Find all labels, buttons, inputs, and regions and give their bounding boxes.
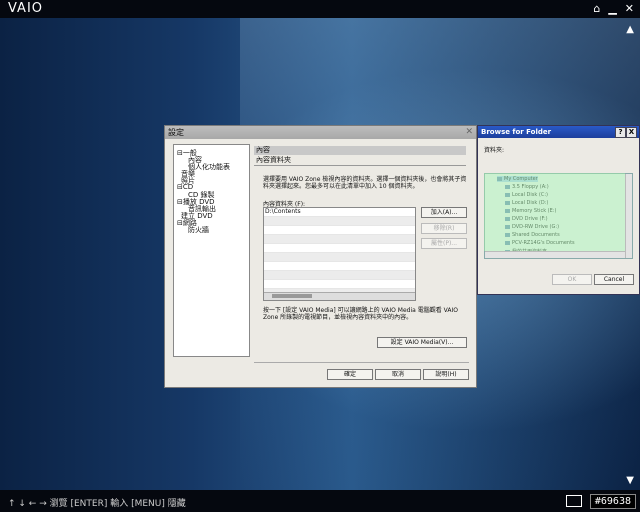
computer-icon — [497, 176, 502, 181]
horizontal-scrollbar[interactable] — [264, 292, 415, 300]
help-button[interactable]: 說明(H) — [423, 369, 469, 380]
list-item-empty — [264, 244, 415, 253]
tree-item-my-computer[interactable]: My Computer — [497, 176, 538, 182]
settings-dialog: 設定 ✕ ⊟一般 內容 個人化功能表 音樂 照片 ⊟CD CD 錄製 ⊟播放 D… — [164, 125, 477, 388]
minimize-icon[interactable]: ▁ — [608, 2, 616, 15]
list-item-empty — [264, 235, 415, 244]
ok-button[interactable]: 確定 — [327, 369, 373, 380]
remove-button[interactable]: 移除(R) — [421, 223, 467, 234]
properties-button[interactable]: 屬性(P)... — [421, 238, 467, 249]
scroll-up-icon[interactable]: ▲ — [626, 24, 634, 35]
tree-item-dvd-rw[interactable]: DVD-RW Drive (G:) — [505, 224, 559, 230]
tree-item-local-c[interactable]: Local Disk (C:) — [505, 192, 548, 198]
add-button[interactable]: 加入(A)... — [421, 207, 467, 218]
cancel-button[interactable]: Cancel — [594, 274, 634, 285]
settings-title-text: 設定 — [168, 128, 184, 137]
setup-vaio-media-button[interactable]: 設定 VAIO Media(V)... — [377, 337, 467, 348]
help-icon[interactable]: ? — [615, 127, 626, 138]
folder-list[interactable]: D:\Contents — [263, 207, 416, 301]
list-item-empty — [264, 271, 415, 280]
frame-tag: #69638 — [589, 494, 636, 509]
bottom-bar: ↑ ↓ ← → 瀏覽 [ENTER] 輸入 [MENU] 隱藏 #69638 — [0, 490, 640, 512]
horizontal-scrollbar[interactable] — [485, 251, 625, 258]
dvd-icon — [505, 216, 510, 221]
list-item-empty — [264, 253, 415, 262]
scrollbar-thumb[interactable] — [272, 294, 312, 298]
content-panel: 內容 內容資料夾 — [254, 146, 466, 166]
list-item-empty — [264, 217, 415, 226]
tree-item-dvd[interactable]: DVD Drive (F:) — [505, 216, 548, 222]
section-subheader: 內容資料夾 — [254, 155, 466, 166]
content-description: 選擇要用 VAIO Zone 檢視內容的資料夾。選擇一個資料夾後，也會將其子資料… — [263, 176, 467, 190]
folder-icon — [505, 232, 510, 237]
tree-item-firewall[interactable]: 防火牆 — [188, 225, 209, 235]
dvd-icon — [505, 224, 510, 229]
browse-title-text: Browse for Folder — [481, 128, 552, 136]
tree-item-memory-stick[interactable]: Memory Stick (E:) — [505, 208, 556, 214]
top-bar: VAIO ⌂ ▁ ✕ — [0, 0, 640, 18]
keyboard-icon[interactable] — [566, 495, 582, 507]
close-icon[interactable]: X — [626, 127, 637, 138]
divider — [254, 362, 469, 363]
list-item-empty — [264, 226, 415, 235]
settings-tree: ⊟一般 內容 個人化功能表 音樂 照片 ⊟CD CD 錄製 ⊟播放 DVD 音訊… — [173, 144, 250, 357]
tree-item-floppy[interactable]: 3.5 Floppy (A:) — [505, 184, 549, 190]
browse-dialog-title: Browse for Folder ? X — [478, 126, 639, 138]
browse-folder-dialog: Browse for Folder ? X 資料夾: My Computer 3… — [477, 125, 640, 295]
ok-button[interactable]: OK — [552, 274, 592, 285]
tree-item-local-d[interactable]: Local Disk (D:) — [505, 200, 548, 206]
floppy-icon — [505, 184, 510, 189]
tree-item-shared-docs[interactable]: Shared Documents — [505, 232, 560, 238]
home-icon[interactable]: ⌂ — [593, 2, 600, 15]
cancel-button[interactable]: 取消 — [375, 369, 421, 380]
disk-icon — [505, 200, 510, 205]
memory-stick-icon — [505, 208, 510, 213]
close-icon[interactable]: ✕ — [465, 126, 473, 139]
list-item-empty — [264, 280, 415, 289]
vaio-logo: VAIO — [8, 1, 44, 16]
key-hints: ↑ ↓ ← → 瀏覽 [ENTER] 輸入 [MENU] 隱藏 — [8, 499, 186, 509]
settings-dialog-title: 設定 ✕ — [165, 126, 476, 139]
section-header: 內容 — [254, 146, 466, 155]
vaio-media-note: 按一下 [設定 VAIO Media] 可以讓網路上的 VAIO Media 電… — [263, 307, 458, 321]
folder-icon — [505, 240, 510, 245]
folder-tree[interactable]: My Computer 3.5 Floppy (A:) Local Disk (… — [484, 173, 633, 259]
list-item[interactable]: D:\Contents — [264, 208, 415, 217]
list-item-empty — [264, 262, 415, 271]
tree-item-user-docs[interactable]: PCV-RZ14G's Documents — [505, 240, 575, 246]
folder-label: 資料夾: — [484, 147, 505, 154]
vertical-scrollbar[interactable] — [625, 174, 632, 258]
scroll-down-icon[interactable]: ▼ — [626, 475, 634, 486]
close-icon[interactable]: ✕ — [625, 2, 634, 15]
disk-icon — [505, 192, 510, 197]
